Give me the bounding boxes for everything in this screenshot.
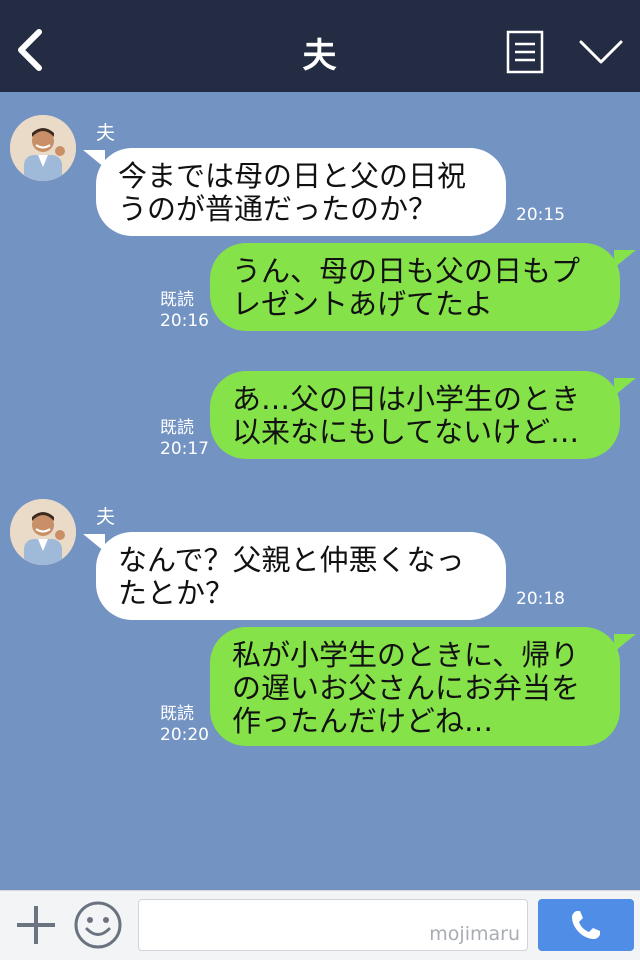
message-time: 20:18 [516,589,565,609]
bubble-tail [614,634,636,652]
message-bubble[interactable]: 今までは母の日と父の日祝 うのが普通だったのか？ [96,148,506,236]
phone-icon [572,911,600,939]
avatar[interactable] [10,499,76,565]
read-status: 既読 [160,704,194,724]
chevron-down-icon [579,40,623,64]
avatar-image [10,115,76,181]
bubble-tail [614,250,636,268]
message-bubble[interactable]: なんで？父親と仲悪くなっ たとか？ [96,532,506,620]
message-line: うん、母の日も父の日もプ [232,254,581,288]
message-line: なんで？父親と仲悪くなっ [118,543,465,577]
message-line: レゼントあげてたよ [232,287,494,321]
sender-name: 夫 [96,122,116,144]
message-time: 20:20 [160,725,209,745]
watermark: mojimaru [429,923,520,945]
list-icon [506,30,544,74]
message-line: あ…父の日は小学生のとき [232,382,581,416]
sender-name: 夫 [96,506,116,528]
smiley-icon [74,901,122,949]
message-time: 20:16 [160,311,209,331]
chat-screen: 夫 夫 今までは母の日と父の日祝 うのが普通だったのか？ 20:15 既読 20… [0,0,640,960]
bubble-tail [614,378,636,396]
message-line: たとか？ [118,576,235,610]
read-status: 既読 [160,290,194,310]
chat-header: 夫 [0,0,640,92]
message-line: 私が小学生のときに、帰り [232,638,580,672]
avatar[interactable] [10,115,76,181]
message-time: 20:17 [160,439,209,459]
menu-button[interactable] [506,30,544,74]
message-line: 以来なにもしてないけど… [232,415,580,449]
emoji-button[interactable] [72,899,124,951]
plus-icon [17,906,55,944]
message-bubble[interactable]: うん、母の日も父の日もプ レゼントあげてたよ [210,243,620,331]
message-line: 作ったんだけどね… [232,704,494,738]
avatar-image [10,499,76,565]
call-button[interactable] [538,899,634,951]
add-button[interactable] [12,901,60,949]
message-line: の遅いお父さんにお弁当を [232,671,581,705]
read-status: 既読 [160,418,194,438]
chat-title: 夫 [302,36,338,76]
message-bubble[interactable]: あ…父の日は小学生のとき 以来なにもしてないけど… [210,371,620,459]
input-bar: mojimaru [0,890,640,960]
collapse-button[interactable] [576,32,626,72]
message-line: 今までは母の日と父の日祝 [118,159,467,193]
message-bubble[interactable]: 私が小学生のときに、帰り の遅いお父さんにお弁当を 作ったんだけどね… [210,627,620,746]
message-line: うのが普通だったのか？ [118,192,438,226]
message-time: 20:15 [516,205,565,225]
